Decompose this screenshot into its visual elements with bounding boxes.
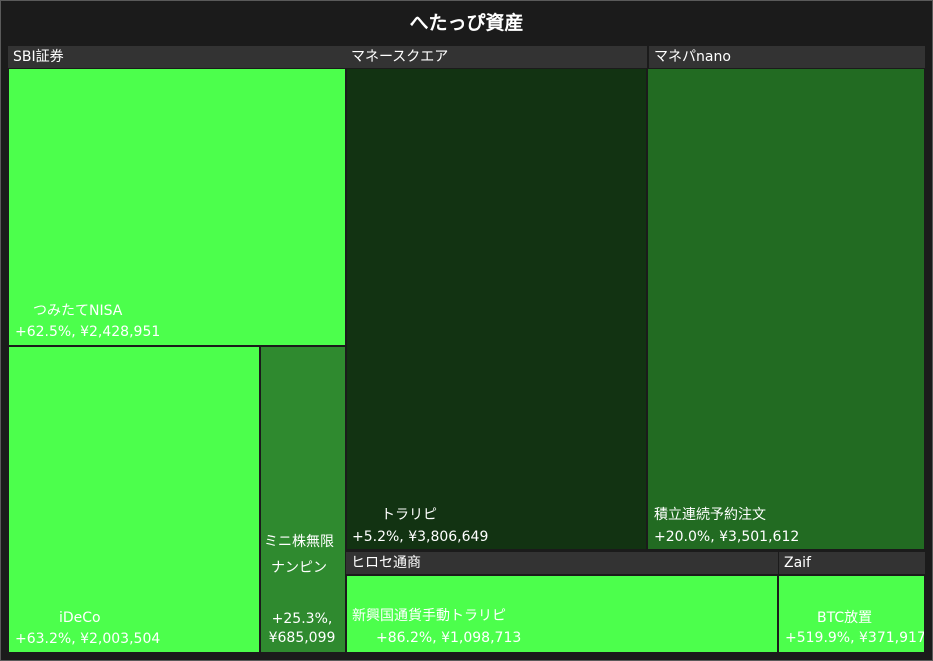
tile-tsumitate-nisa: つみたてNISA +62.5%, ¥2,428,951 (8, 68, 346, 346)
tile-value: +20.0%, ¥3,501,612 (654, 529, 800, 545)
tile-torarepi: トラリピ +5.2%, ¥3,806,649 (346, 68, 647, 550)
tile-value: +519.9%, ¥371,917 (785, 630, 925, 646)
tile-value: +63.2%, ¥2,003,504 (15, 631, 161, 647)
tile-tsumitate-renzoku: 積立連続予約注文 +20.0%, ¥3,501,612 (647, 68, 925, 550)
treemap-chart: へたっぴ資産 SBI証券 マネースクエア マネパnano ヒロセ通商 Zaif … (0, 0, 933, 661)
tile-btc-houchi: BTC放置 +519.9%, ¥371,917 (778, 575, 925, 653)
tile-shinkou-torarepi: 新興国通貨手動トラリピ +86.2%, ¥1,098,713 (346, 575, 778, 653)
tile-value: +25.3%, ¥685,099 (268, 611, 336, 646)
tile-label: 新興国通貨手動トラリピ (352, 608, 506, 624)
tile-label: iDeCo (59, 610, 101, 626)
chart-title: へたっぴ資産 (409, 12, 524, 34)
tile-ideco: iDeCo +63.2%, ¥2,003,504 (8, 346, 260, 653)
tile-label: BTC放置 (817, 610, 873, 626)
tile-label: 積立連続予約注文 (654, 507, 766, 523)
tile-value: +86.2%, ¥1,098,713 (376, 630, 522, 646)
tile-label: トラリピ (381, 507, 437, 523)
tile-label: つみたてNISA (33, 303, 123, 319)
tile-label: ミニ株無限ナンピン (264, 534, 334, 576)
group-header-hirose: ヒロセ通商 (346, 552, 778, 574)
group-header-monex-square: マネースクエア (346, 46, 647, 68)
tile-mini-kabu: ミニ株無限ナンピン +25.3%, ¥685,099 (260, 346, 346, 653)
group-header-manepa-nano: マネパnano (649, 46, 925, 68)
tile-value: +62.5%, ¥2,428,951 (15, 324, 161, 340)
group-header-sbi: SBI証券 (8, 46, 346, 68)
tile-value: +5.2%, ¥3,806,649 (352, 529, 489, 545)
group-header-zaif: Zaif (779, 552, 925, 574)
